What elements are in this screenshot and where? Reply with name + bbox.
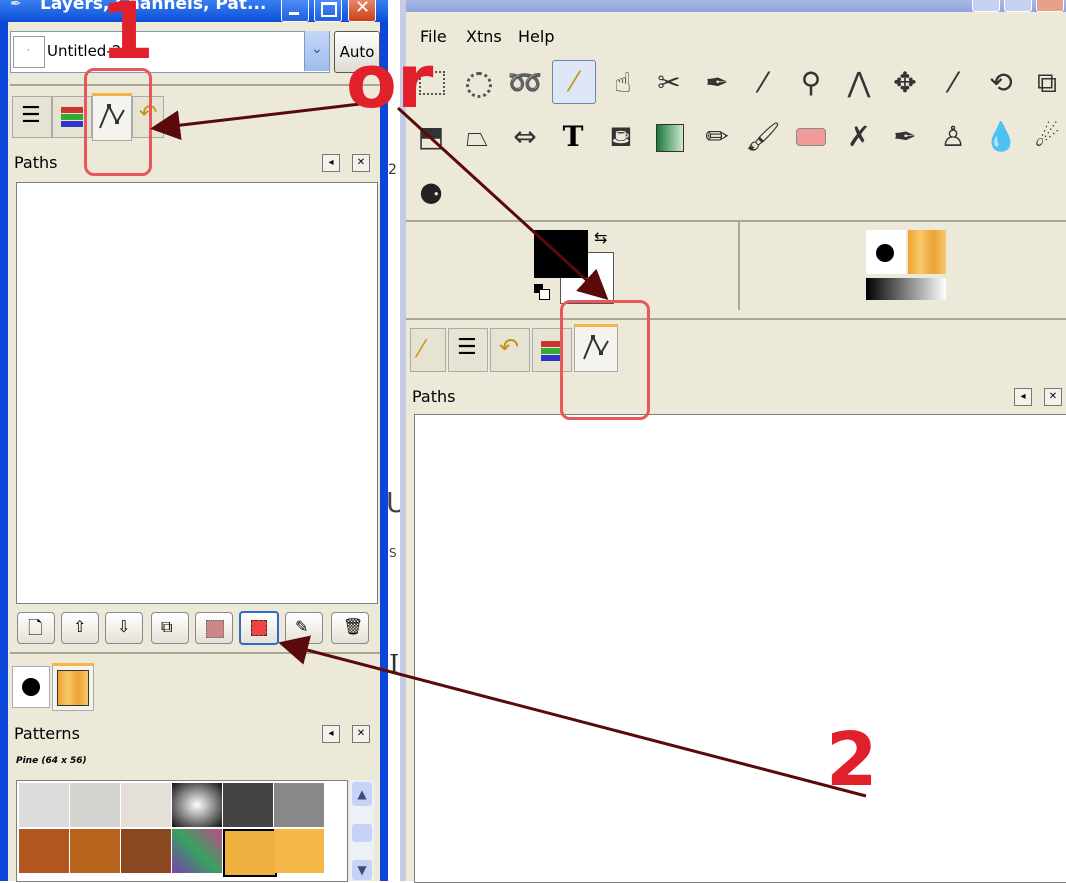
arrow-or-to-left-tab <box>150 102 361 141</box>
annotation-label-or: or <box>346 39 434 125</box>
annotation-arrows <box>150 102 867 798</box>
annotation-label-2: 2 <box>826 717 878 803</box>
arrow-2-to-button <box>278 635 867 798</box>
annotation-label-1: 1 <box>100 0 155 77</box>
arrow-or-to-right-tab <box>396 106 609 301</box>
